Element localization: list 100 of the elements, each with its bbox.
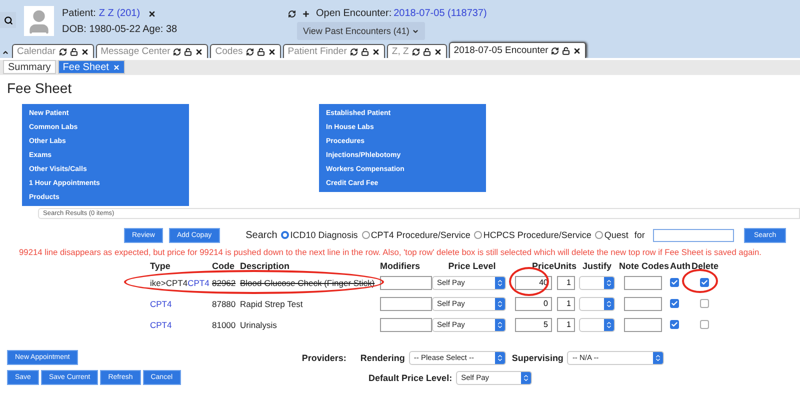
updown-arrow-icon [605,278,613,286]
refresh-icon[interactable] [288,10,296,18]
modifier-field[interactable] [380,296,432,310]
tab[interactable]: Fee Sheet [58,60,125,74]
tab[interactable]: Codes [210,44,281,58]
unlock-icon[interactable] [360,48,369,56]
refresh-icon[interactable] [551,46,560,54]
refresh-icon[interactable] [173,48,182,56]
justify-select[interactable] [579,318,615,332]
updown-arrow-icon [496,354,504,362]
justify-select[interactable] [579,296,615,310]
description-cell-text: Urinalysis [240,320,278,330]
tab[interactable]: Calendar [12,44,94,58]
search-field[interactable] [652,228,734,242]
column-header: Description [240,261,291,271]
radio-option[interactable]: CPT4 Procedure/Service [362,230,470,240]
description-cell-text: Rapid Strep Test [240,298,304,308]
code-cell-text: 82962 [212,278,237,288]
refresh-icon[interactable] [350,48,358,56]
checkbox[interactable] [700,299,709,308]
avatar-icon [24,6,54,36]
updown-arrow-icon [605,300,613,308]
past-encounters-button[interactable]: View Past Encounters (41) [297,22,426,40]
checkbox[interactable] [670,320,679,329]
checkbox[interactable] [700,278,709,287]
units-field[interactable]: 1 [557,318,575,332]
close-icon[interactable] [80,48,89,56]
tab[interactable]: Summary [3,60,56,74]
modifier-field[interactable] [380,318,432,332]
providers-label: Providers: [302,352,346,362]
updown-arrow-icon [522,374,530,382]
price-field[interactable]: 0 [515,296,552,310]
type-text: ike>CPT4 [150,278,188,288]
caret-icon [412,28,420,34]
patient-label: Patient: [62,8,96,19]
type-link[interactable]: CPT4 [150,298,172,308]
unlock-icon[interactable] [422,48,431,56]
patient-link[interactable]: Z Z (201) [98,8,140,19]
checkbox[interactable] [670,278,679,287]
price-field[interactable]: 5 [515,318,552,332]
column-header: Type [150,261,172,271]
updown-arrow-icon [496,320,504,328]
updown-arrow-icon [496,300,504,308]
column-header: Price [530,261,554,271]
check-icon [671,321,678,328]
column-header: Justify [581,261,612,271]
note-codes-field[interactable] [624,296,662,310]
collapse-icon[interactable] [2,49,9,56]
unlock-icon[interactable] [256,48,265,56]
column-header: Delete [690,261,720,271]
search-button[interactable] [0,12,16,28]
encounter-label: Open Encounter: [316,8,392,19]
dob-text: DOB: 1980-05-22 Age: 38 [62,24,178,35]
type-link[interactable]: CPT4 [188,278,210,288]
justify-select[interactable] [579,276,615,290]
rendering-label: Rendering [360,352,405,362]
updown-arrow-icon [496,278,504,286]
close-icon[interactable] [148,10,156,18]
code-cell-text: 87880 [212,298,237,308]
note-codes-field[interactable] [624,318,662,332]
page-title: Fee Sheet [7,80,73,96]
modifier-field[interactable] [380,276,432,290]
checkbox[interactable] [700,320,709,329]
updown-arrow-icon [654,354,662,362]
plus-icon[interactable] [302,10,310,18]
type-link[interactable]: CPT4 [150,320,172,330]
search-icon [4,16,12,24]
radio-option[interactable]: HCPCS Procedure/Service [474,230,592,240]
column-header: Note Codes [618,261,670,271]
tab[interactable]: Z, Z [386,44,447,58]
column-header: Price Level [447,261,497,271]
refresh-icon[interactable] [246,48,254,56]
column-header: Modifiers [380,261,422,271]
encounter-link[interactable]: 2018-07-05 (118737) [394,8,487,19]
check-icon [671,300,678,307]
close-icon[interactable] [573,46,582,54]
check-icon [701,279,708,286]
refresh-icon[interactable] [58,48,67,56]
default-price-label: Default Price Level: [368,372,452,382]
units-field[interactable]: 1 [557,276,575,290]
tab[interactable]: Message Center [96,44,208,58]
search-label: Search [246,230,278,240]
tab[interactable]: 2018-07-05 Encounter [448,42,586,58]
unlock-icon[interactable] [184,48,192,56]
radio-option[interactable]: Quest [595,230,628,240]
unlock-icon[interactable] [70,48,78,56]
refresh-icon[interactable] [412,48,420,56]
unlock-icon[interactable] [562,46,570,54]
radio-option[interactable]: ICD10 Diagnosis [281,230,358,240]
note-codes-field[interactable] [624,276,662,290]
checkbox[interactable] [670,299,679,308]
code-cell-text: 81000 [212,320,237,330]
annotation-note: 99214 line disappears as expected, but price for 99214 is pushed down to the next line in the row. Also, 'top row' delete box is still selected which will delete the new top row if Fee Sheet is saved again. [19,247,762,257]
close-icon[interactable] [434,48,442,56]
close-icon[interactable] [372,48,380,56]
check-icon [671,279,678,286]
close-icon[interactable] [268,48,276,56]
tab[interactable]: Patient Finder [282,44,385,58]
close-icon[interactable] [195,48,204,56]
units-field[interactable]: 1 [557,296,575,310]
